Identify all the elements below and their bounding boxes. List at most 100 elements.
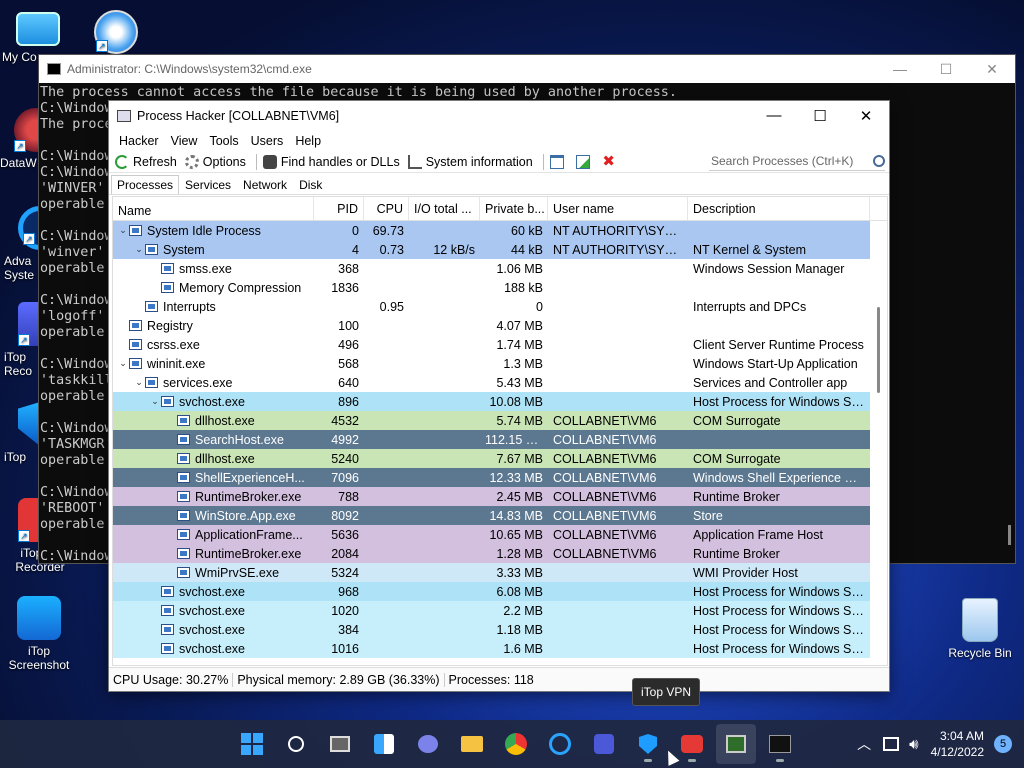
table-row[interactable]: smss.exe 368 1.06 MB Windows Session Manage… xyxy=(113,259,870,278)
table-row[interactable]: Registry 100 4.07 MB xyxy=(113,316,870,335)
file-explorer-button[interactable] xyxy=(452,724,492,764)
widgets-button[interactable] xyxy=(364,724,404,764)
task-view-button[interactable] xyxy=(320,724,360,764)
process-hacker-window[interactable]: Process Hacker [COLLABNET\VM6] — ☐ ✕ Hac… xyxy=(108,100,890,692)
chrome-button[interactable] xyxy=(496,724,536,764)
window-button[interactable] xyxy=(548,154,574,169)
cell-private-bytes: 1.3 MB xyxy=(503,356,543,371)
cell-pid: 496 xyxy=(338,337,359,352)
table-row[interactable]: ApplicationFrame... 5636 10.65 MB COLLABNET… xyxy=(113,525,870,544)
task-view-icon xyxy=(330,736,350,752)
find-handles-button[interactable]: Find handles or DLLs xyxy=(261,154,406,169)
cell-description: Host Process for Windows Ser... xyxy=(693,394,870,409)
column-cpu[interactable]: CPU xyxy=(364,197,409,220)
cell-private-bytes: 1.6 MB xyxy=(503,641,543,656)
teams-chat-button[interactable] xyxy=(408,724,448,764)
cmd-title: Administrator: C:\Windows\system32\cmd.e… xyxy=(67,62,312,76)
chevron-down-icon[interactable]: ⌄ xyxy=(117,225,129,236)
menu-users[interactable]: Users xyxy=(245,134,290,148)
table-row[interactable]: svchost.exe 384 1.18 MB Host Process for Wi… xyxy=(113,620,870,639)
toolbar-separator xyxy=(255,153,257,170)
table-row[interactable]: svchost.exe 1016 1.6 MB Host Process for Wi… xyxy=(113,639,870,658)
menu-hacker[interactable]: Hacker xyxy=(113,134,165,148)
table-row[interactable]: dllhost.exe 5240 7.67 MB COLLABNET\VM6 COM S… xyxy=(113,449,870,468)
scrollbar-thumb[interactable] xyxy=(877,307,880,393)
clock[interactable]: 3:04 AM 4/12/2022 xyxy=(931,728,984,760)
tab-network[interactable]: Network xyxy=(237,175,293,194)
tab-processes[interactable]: Processes xyxy=(111,175,180,194)
process-table[interactable]: Name PID CPU I/O total ... Private b... … xyxy=(112,196,888,666)
chevron-down-icon[interactable]: ⌄ xyxy=(133,377,145,388)
options-button[interactable]: Options xyxy=(183,154,252,169)
close-button[interactable]: ✕ xyxy=(843,107,889,125)
cell-pid: 5636 xyxy=(331,527,359,542)
itop-vpn-button[interactable] xyxy=(628,724,668,764)
go-to-window-button[interactable] xyxy=(574,154,600,169)
search-input[interactable]: Search Processes (Ctrl+K) xyxy=(709,153,885,171)
tab-services[interactable]: Services xyxy=(179,175,237,194)
menu-help[interactable]: Help xyxy=(289,134,327,148)
tab-disk[interactable]: Disk xyxy=(293,175,328,194)
table-row[interactable]: ⌄ services.exe 640 5.43 MB Services and Cont… xyxy=(113,373,870,392)
table-row[interactable]: WinStore.App.exe 8092 14.83 MB COLLABNET\VM… xyxy=(113,506,870,525)
cell-private-bytes: 5.74 MB xyxy=(496,413,543,428)
menu-tools[interactable]: Tools xyxy=(203,134,244,148)
column-user-name[interactable]: User name xyxy=(548,197,688,220)
column-io[interactable]: I/O total ... xyxy=(409,197,480,220)
maximize-button[interactable]: ☐ xyxy=(923,61,969,78)
process-icon xyxy=(129,225,142,236)
column-private-bytes[interactable]: Private b... xyxy=(480,197,548,220)
table-row[interactable]: csrss.exe 496 1.74 MB Client Server Runtime… xyxy=(113,335,870,354)
scrollbar-thumb[interactable] xyxy=(1008,525,1011,545)
process-icon xyxy=(145,377,158,388)
chevron-down-icon[interactable]: ⌄ xyxy=(133,244,145,255)
table-row[interactable]: ⌄ svchost.exe 896 10.08 MB Host Process for … xyxy=(113,392,870,411)
cmd-taskbar-button[interactable] xyxy=(760,724,800,764)
table-row[interactable]: Memory Compression 1836 188 kB xyxy=(113,278,870,297)
start-button[interactable] xyxy=(232,724,272,764)
cmd-titlebar[interactable]: Administrator: C:\Windows\system32\cmd.e… xyxy=(39,55,1015,83)
chevron-down-icon[interactable]: ⌄ xyxy=(149,396,161,407)
maximize-button[interactable]: ☐ xyxy=(797,107,843,125)
table-row[interactable]: ⌄ System Idle Process 0 69.73 60 kB NT AUTHOR… xyxy=(113,221,870,240)
desktop-icon-label: iTop Screenshot xyxy=(8,644,70,672)
column-name[interactable]: Name xyxy=(113,197,314,220)
network-icon[interactable] xyxy=(883,737,900,751)
cell-pid: 100 xyxy=(338,318,359,333)
notification-badge[interactable]: 5 xyxy=(994,735,1012,753)
table-row[interactable]: Interrupts 0.95 0 Interrupts and DPCs xyxy=(113,297,870,316)
table-row[interactable]: RuntimeBroker.exe 2084 1.28 MB COLLABNET\VM… xyxy=(113,544,870,563)
table-row[interactable]: svchost.exe 1020 2.2 MB Host Process for Wi… xyxy=(113,601,870,620)
column-description[interactable]: Description xyxy=(688,197,870,220)
menu-view[interactable]: View xyxy=(165,134,204,148)
table-row[interactable]: svchost.exe 968 6.08 MB Host Process for Wi… xyxy=(113,582,870,601)
desktop-icon-recycle-bin[interactable]: Recycle Bin xyxy=(938,598,1022,660)
column-pid[interactable]: PID xyxy=(314,197,364,220)
chevron-down-icon[interactable]: ⌄ xyxy=(117,358,129,369)
minimize-button[interactable]: — xyxy=(877,61,923,78)
cell-pid: 4992 xyxy=(331,432,359,447)
cell-pid: 384 xyxy=(338,622,359,637)
table-row[interactable]: SearchHost.exe 4992 112.15 MB COLLABNET\VM6 xyxy=(113,430,870,449)
table-row[interactable]: RuntimeBroker.exe 788 2.45 MB COLLABNET\VM6… xyxy=(113,487,870,506)
table-row[interactable]: dllhost.exe 4532 5.74 MB COLLABNET\VM6 COM S… xyxy=(113,411,870,430)
desktop-icon-itop-screenshot[interactable]: iTop Screenshot xyxy=(3,596,75,672)
ph-titlebar[interactable]: Process Hacker [COLLABNET\VM6] — ☐ ✕ xyxy=(109,101,889,131)
volume-icon[interactable]: 🔊︎ xyxy=(909,736,918,753)
table-row[interactable]: ShellExperienceH... 7096 12.33 MB COLLABNET… xyxy=(113,468,870,487)
close-button[interactable]: ✕ xyxy=(969,61,1015,78)
process-hacker-taskbar-button[interactable] xyxy=(716,724,756,764)
table-row[interactable]: ⌄ System 4 0.73 12 kB/s 44 kB NT AUTHORITY\SYS… xyxy=(113,240,870,259)
minimize-button[interactable]: — xyxy=(751,107,797,125)
table-row[interactable]: WmiPrvSE.exe 5324 3.33 MB WMI Provider Host xyxy=(113,563,870,582)
ccleaner-button[interactable] xyxy=(540,724,580,764)
process-icon xyxy=(177,510,190,521)
terminate-button[interactable]: ✖ xyxy=(600,154,626,169)
itop-app-button[interactable] xyxy=(584,724,624,764)
refresh-button[interactable]: Refresh xyxy=(113,154,183,169)
desktop-icon-safari[interactable]: ↗ xyxy=(80,10,152,58)
search-button[interactable] xyxy=(276,724,316,764)
system-information-button[interactable]: System information xyxy=(406,154,539,169)
table-row[interactable]: ⌄ wininit.exe 568 1.3 MB Windows Start-Up Ap… xyxy=(113,354,870,373)
chevron-up-icon[interactable]: ︿ xyxy=(857,734,871,754)
